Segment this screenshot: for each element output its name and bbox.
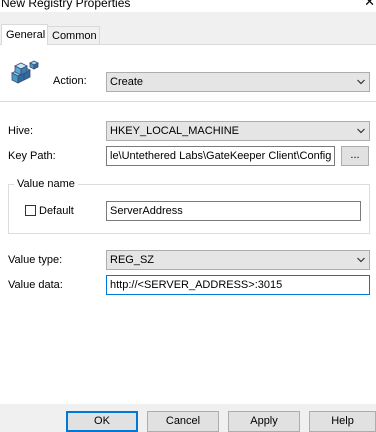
key-path-input[interactable]: le\Untethered Labs\GateKeeper Client\Con… — [106, 146, 335, 166]
tab-general-label: General — [6, 29, 46, 41]
default-checkbox-label[interactable]: Default — [39, 205, 74, 217]
section-divider — [0, 101, 376, 102]
value-name-input[interactable]: ServerAddress — [106, 201, 361, 221]
registry-properties-dialog: New Registry Properties ✕ Common General… — [0, 0, 376, 432]
registry-cubes-icon — [11, 60, 39, 84]
value-data-input[interactable]: http://<SERVER_ADDRESS>:3015 — [106, 275, 370, 295]
key-path-label: Key Path: — [8, 150, 56, 162]
action-select[interactable]: Create — [106, 72, 370, 92]
apply-button-label: Apply — [250, 415, 278, 427]
browse-key-button[interactable]: ... — [341, 146, 369, 166]
value-data-value: http://<SERVER_ADDRESS>:3015 — [110, 279, 283, 291]
value-data-label: Value data: — [8, 279, 63, 291]
hive-select-value: HKEY_LOCAL_MACHINE — [110, 125, 239, 137]
ok-button[interactable]: OK — [66, 411, 138, 432]
cancel-button-label: Cancel — [165, 415, 201, 427]
help-button[interactable]: Help — [309, 411, 376, 432]
help-button-label: Help — [331, 415, 354, 427]
cancel-button[interactable]: Cancel — [147, 411, 219, 432]
key-path-value: le\Untethered Labs\GateKeeper Client\Con… — [110, 150, 332, 162]
value-type-label: Value type: — [8, 254, 63, 266]
chevron-down-icon — [357, 79, 365, 85]
apply-button[interactable]: Apply — [228, 411, 300, 432]
default-checkbox[interactable] — [25, 205, 36, 216]
action-select-value: Create — [110, 76, 144, 88]
value-name-group-label: Value name — [14, 178, 78, 190]
chevron-down-icon — [357, 257, 365, 263]
tab-common-label: Common — [52, 30, 97, 42]
hive-label: Hive: — [8, 125, 34, 137]
ok-button-label: OK — [94, 415, 110, 427]
hive-select[interactable]: HKEY_LOCAL_MACHINE — [106, 121, 370, 141]
close-icon[interactable]: ✕ — [364, 0, 375, 10]
tab-common[interactable]: Common — [48, 26, 100, 44]
window-title: New Registry Properties — [1, 0, 131, 10]
chevron-down-icon — [357, 128, 365, 134]
browse-key-label: ... — [350, 149, 360, 161]
action-label: Action: — [53, 75, 87, 87]
value-type-select[interactable]: REG_SZ — [106, 250, 370, 270]
value-name-value: ServerAddress — [110, 205, 183, 217]
value-type-select-value: REG_SZ — [110, 254, 155, 266]
tab-general[interactable]: General — [1, 24, 48, 45]
title-bar[interactable]: New Registry Properties ✕ — [0, 0, 376, 12]
